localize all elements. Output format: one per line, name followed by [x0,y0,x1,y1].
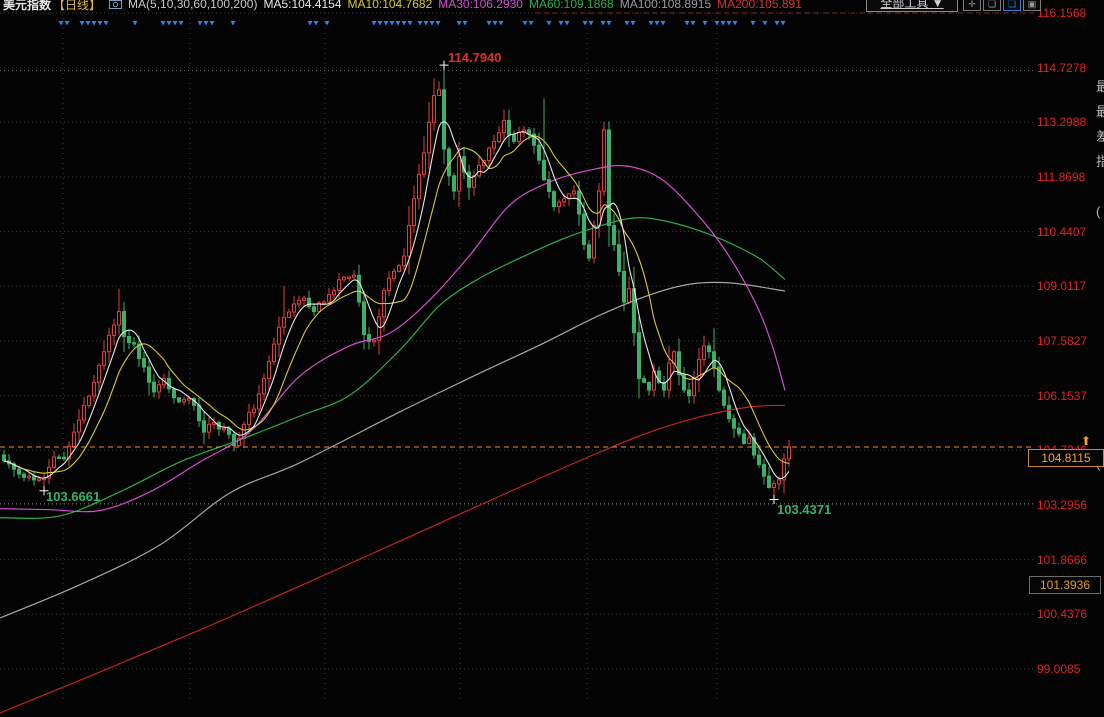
candles [3,65,791,499]
axis-price-label: 113.2988 [1037,115,1086,129]
ma-legend: MA5:104.4154 MA10:104.7682 MA30:106.2930 MA… [263,0,807,11]
axis-price-label: 110.4407 [1037,225,1086,239]
ma30-line [0,166,785,512]
ma-legend-value: MA30:106.2930 [438,0,523,11]
axis-price-label: 99.0085 [1037,662,1080,676]
axis-price-label: 111.8698 [1037,170,1085,184]
ma-legend-value: MA100:108.8915 [620,0,711,11]
period-label: 【日线】 [53,0,101,13]
crosshair-icon[interactable]: ✛ [963,0,981,11]
chart-header: 美元指数 【日线】 MA(5,10,30,60,100,200) MA5:104… [3,0,808,11]
low-price-annotation-right: 103.4371 [777,502,831,517]
fullscreen-icon[interactable]: ▣ [1023,0,1041,11]
axis-price-label: 103.2956 [1037,498,1087,512]
trading-app-window: 美元指数 【日线】 MA(5,10,30,60,100,200) MA5:104… [0,0,1104,717]
axis-price-label: 114.7278 [1037,61,1086,75]
axis-price-label: 101.8666 [1037,553,1087,567]
axis-price-label: 107.5827 [1037,334,1087,348]
ma-legend-value: MA5:104.4154 [263,0,341,11]
axis-price-label: 116.1568 [1037,6,1086,20]
clipped-edge-glyph: 最 [1096,101,1104,120]
symbol-title: 美元指数 [3,0,51,13]
split-pane-active-icon[interactable]: ❏ [1003,0,1021,11]
ma-config-label: MA(5,10,30,60,100,200) [128,0,257,11]
low-price-annotation-left: 103.6661 [46,489,100,504]
alert-price-badge: 101.3936 [1029,576,1101,594]
all-tools-dropdown[interactable]: 全部工具 ▼ [866,0,958,12]
event-markers[interactable] [59,21,786,26]
clipped-edge-glyph: ( [1096,204,1104,219]
grid-lines [0,13,1034,700]
extreme-cross-markers [40,61,779,504]
axis-price-label: 106.1537 [1037,389,1087,403]
up-arrow-icon: ⬆ [1081,435,1091,447]
axis-price-label: 109.0117 [1037,279,1086,293]
current-price-badge: 104.8115 [1028,449,1104,467]
clipped-edge-glyph: 指 [1096,151,1104,170]
camera-icon[interactable] [109,0,122,12]
high-price-annotation: 114.7940 [448,50,502,65]
candlestick-chart[interactable] [0,0,1104,717]
clipped-edge-glyph: 差 [1096,126,1104,145]
axis-price-label: 100.4376 [1037,607,1087,621]
ma-legend-value: MA60:109.1868 [529,0,614,11]
clipped-edge-glyph: 最 [1096,76,1104,95]
ma-legend-value: MA200:105.891 [717,0,802,11]
split-pane-icon[interactable]: ❏ [983,0,1001,11]
ma-legend-value: MA10:104.7682 [348,0,433,11]
